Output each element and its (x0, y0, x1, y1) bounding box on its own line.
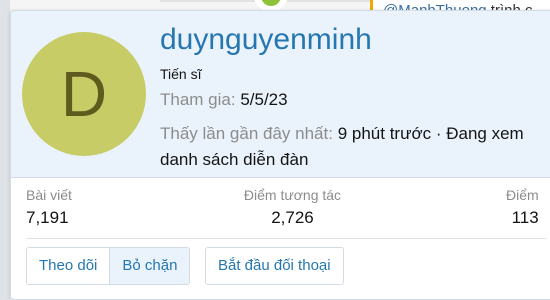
last-seen-label: Thấy lần gần đây nhất: (160, 124, 333, 143)
joined-info: Tham gia: 5/5/23 (160, 90, 288, 110)
stat-label: Bài viết (26, 187, 72, 203)
background-sidebar-edge (0, 0, 10, 300)
stat-label: Điểm (506, 187, 539, 203)
follow-button[interactable]: Theo dõi (27, 248, 110, 284)
stat-value: 2,726 (271, 208, 314, 227)
stat-value: 7,191 (26, 208, 69, 227)
avatar[interactable]: D (22, 32, 146, 156)
start-conversation-button[interactable]: Bắt đầu đối thoại (205, 247, 344, 285)
last-seen-info: Thấy lần gần đây nhất: 9 phút trước · Đa… (160, 121, 530, 173)
user-title: Tiến sĩ (160, 66, 202, 82)
joined-label: Tham gia: (160, 90, 236, 109)
stat-value: 113 (511, 208, 539, 227)
member-tooltip: D duynguyenminh Tiến sĩ Tham gia: 5/5/23… (10, 10, 550, 300)
username-link[interactable]: duynguyenminh (160, 23, 372, 57)
unblock-button[interactable]: Bỏ chặn (109, 248, 190, 284)
stat-points: Điểm 113 (506, 187, 539, 228)
leaf-icon (261, 0, 281, 6)
joined-date: 5/5/23 (240, 90, 288, 109)
avatar-letter: D (60, 58, 108, 130)
stat-reaction-score: Điểm tương tác 2,726 (241, 187, 344, 228)
stat-label: Điểm tương tác (243, 187, 342, 203)
follow-block-button-group: Theo dõi Bỏ chặn (26, 247, 191, 285)
member-tooltip-header: D duynguyenminh Tiến sĩ Tham gia: 5/5/23… (11, 11, 550, 178)
stats-divider (26, 238, 546, 239)
stat-messages: Bài viết 7,191 (26, 187, 72, 228)
